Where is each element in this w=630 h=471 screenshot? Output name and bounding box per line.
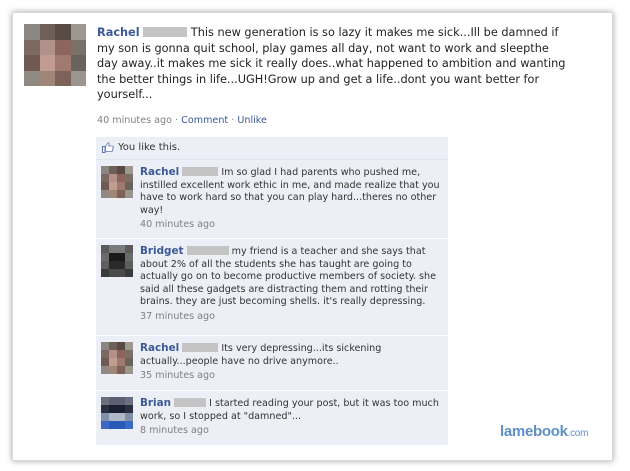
comment-content: Bridget my friend is a teacher and she s… (140, 245, 440, 323)
comment-item: Brian I started reading your post, but i… (96, 391, 448, 446)
comment-timestamp: 40 minutes ago (140, 219, 215, 230)
comment-avatar[interactable] (101, 397, 133, 429)
comment-content: Brian I started reading your post, but i… (140, 397, 440, 438)
comment-timestamp: 37 minutes ago (140, 310, 215, 322)
comment-content: Rachel Its very depressing...its sickeni… (140, 342, 440, 383)
comment-timestamp: 8 minutes ago (140, 425, 209, 436)
unlike-link[interactable]: Unlike (237, 115, 267, 126)
comment-avatar[interactable] (101, 245, 133, 277)
comment-item: Rachel Its very depressing...its sickeni… (96, 336, 448, 391)
post-meta: 40 minutes ago · Comment · Unlike (97, 115, 267, 126)
watermark-suffix: .com (567, 428, 589, 439)
thumbs-up-icon (102, 142, 114, 153)
comment-link[interactable]: Comment (181, 115, 228, 126)
redacted-surname (143, 27, 188, 37)
post-text-block: Rachel This new generation is so lazy it… (97, 25, 567, 103)
likes-bar: You like this. (96, 137, 448, 160)
meta-separator: · (175, 115, 179, 126)
redacted-surname (174, 398, 207, 407)
comment-avatar[interactable] (101, 166, 133, 198)
comment-author-name[interactable]: Rachel (140, 342, 179, 354)
post-author-name[interactable]: Rachel (97, 26, 140, 39)
lamebook-watermark: lamebook.com (500, 423, 588, 440)
redacted-surname (186, 246, 229, 255)
comment-avatar[interactable] (101, 342, 133, 374)
comment-content: Rachel Im so glad I had parents who push… (140, 166, 440, 232)
redacted-surname (182, 167, 219, 176)
post-text: This new generation is so lazy it makes … (97, 26, 566, 102)
redacted-surname (182, 343, 219, 352)
comment-author-name[interactable]: Rachel (140, 166, 179, 178)
meta-separator: · (231, 115, 235, 126)
likes-text: You like this. (118, 142, 181, 153)
comment-item: Rachel Im so glad I had parents who push… (96, 160, 448, 239)
watermark-brand: lamebook (500, 423, 568, 440)
comment-author-name[interactable]: Brian (140, 397, 171, 409)
comment-timestamp: 35 minutes ago (140, 370, 215, 381)
avatar[interactable] (24, 24, 86, 86)
comment-item: Bridget my friend is a teacher and she s… (96, 239, 448, 336)
post-timestamp: 40 minutes ago (97, 115, 172, 126)
comment-author-name[interactable]: Bridget (140, 245, 184, 257)
comment-text: my friend is a teacher and she says that… (140, 246, 436, 307)
